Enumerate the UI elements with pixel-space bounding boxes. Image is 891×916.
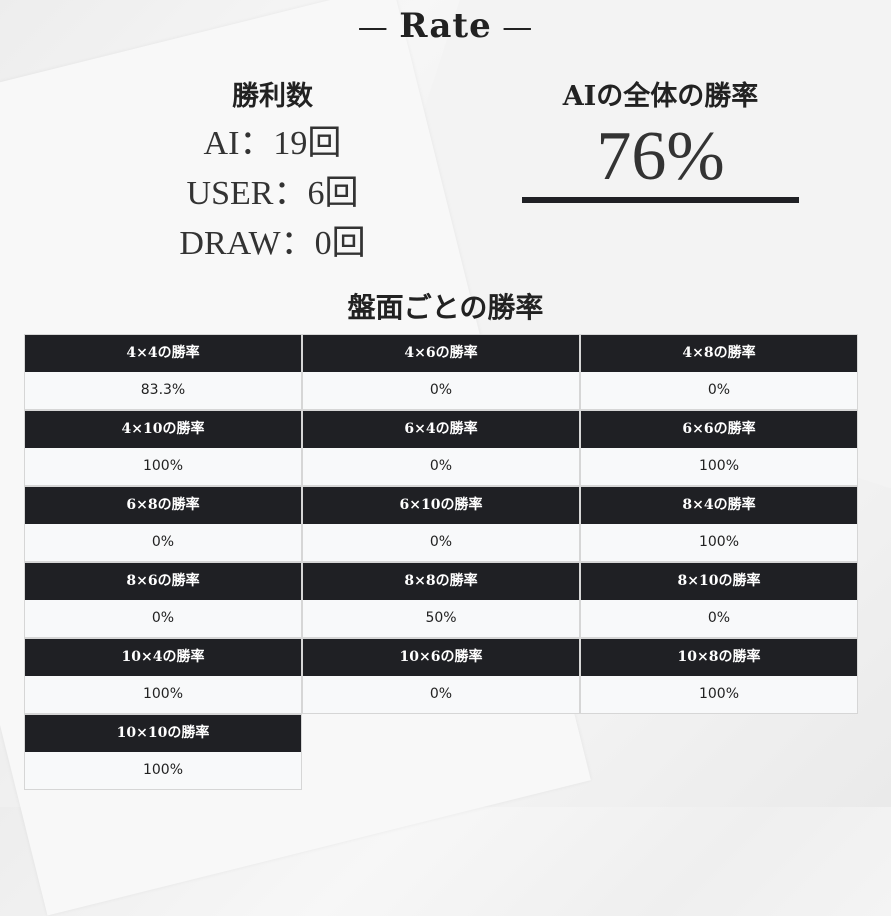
board-rate-cell: 8×4の勝率 100%: [580, 486, 858, 562]
board-rate-value: 0%: [303, 372, 579, 409]
board-rate-value: 100%: [581, 676, 857, 713]
board-rate-cell: 10×4の勝率 100%: [24, 638, 302, 714]
user-win-count: USER：6回: [186, 175, 359, 212]
rate-page: — Rate — 勝利数 AI：19回 USER：6回 DRAW：0回 AIの全…: [0, 0, 891, 807]
board-rate-label: 10×4の勝率: [25, 639, 301, 676]
overall-rate-value: 76%: [596, 118, 725, 195]
draw-count: DRAW：0回: [179, 225, 366, 262]
board-rate-value: 0%: [581, 372, 857, 409]
board-rate-label: 6×6の勝率: [581, 411, 857, 448]
board-rate-value: 100%: [581, 448, 857, 485]
board-rate-cell: 10×6の勝率 0%: [302, 638, 580, 714]
board-rate-label: 10×10の勝率: [25, 715, 301, 752]
board-rate-value: 50%: [303, 600, 579, 637]
board-rate-label: 8×10の勝率: [581, 563, 857, 600]
board-rate-cell: 8×6の勝率 0%: [24, 562, 302, 638]
win-count-heading: 勝利数: [232, 81, 313, 112]
board-rate-cell: 10×10の勝率 100%: [24, 714, 302, 790]
board-rate-value: 100%: [25, 752, 301, 789]
board-rate-cell: 4×8の勝率 0%: [580, 334, 858, 410]
board-rate-grid: 4×4の勝率 83.3% 4×6の勝率 0% 4×8の勝率 0% 4×10の勝率 100% 6×…: [24, 334, 858, 790]
board-rate-label: 10×8の勝率: [581, 639, 857, 676]
board-rate-value: 0%: [303, 676, 579, 713]
board-rate-label: 10×6の勝率: [303, 639, 579, 676]
board-rate-label: 6×8の勝率: [25, 487, 301, 524]
board-rate-value: 0%: [581, 600, 857, 637]
board-rate-cell: 4×4の勝率 83.3%: [24, 334, 302, 410]
board-rate-value: 0%: [303, 524, 579, 561]
board-rate-cell: 8×10の勝率 0%: [580, 562, 858, 638]
title-dash-left: —: [357, 10, 400, 45]
board-rate-heading: 盤面ごとの勝率: [347, 291, 544, 324]
board-rate-label: 4×4の勝率: [25, 335, 301, 372]
board-rate-cell: 6×4の勝率 0%: [302, 410, 580, 486]
board-rate-label: 6×4の勝率: [303, 411, 579, 448]
board-rate-value: 0%: [25, 524, 301, 561]
page-title-text: Rate: [399, 6, 492, 46]
overall-rate-heading: AIの全体の勝率: [562, 81, 759, 112]
board-rate-value: 0%: [303, 448, 579, 485]
board-rate-cell: 8×8の勝率 50%: [302, 562, 580, 638]
board-rate-cell: 6×6の勝率 100%: [580, 410, 858, 486]
board-rate-cell: 10×8の勝率 100%: [580, 638, 858, 714]
overall-rate-panel: AIの全体の勝率 76%: [522, 74, 799, 203]
board-rate-label: 8×8の勝率: [303, 563, 579, 600]
ai-win-count: AI：19回: [203, 125, 342, 162]
board-rate-label: 6×10の勝率: [303, 487, 579, 524]
board-rate-label: 4×6の勝率: [303, 335, 579, 372]
board-rate-label: 4×8の勝率: [581, 335, 857, 372]
board-rate-value: 0%: [25, 600, 301, 637]
board-rate-label: 8×4の勝率: [581, 487, 857, 524]
title-dash-right: —: [491, 10, 534, 45]
board-rate-label: 4×10の勝率: [25, 411, 301, 448]
board-rate-value: 100%: [25, 676, 301, 713]
board-rate-cell: 4×6の勝率 0%: [302, 334, 580, 410]
board-rate-cell: 6×10の勝率 0%: [302, 486, 580, 562]
board-rate-value: 100%: [25, 448, 301, 485]
board-rate-label: 8×6の勝率: [25, 563, 301, 600]
win-count-panel: 勝利数 AI：19回 USER：6回 DRAW：0回: [100, 74, 445, 269]
board-rate-value: 100%: [581, 524, 857, 561]
board-rate-cell: 4×10の勝率 100%: [24, 410, 302, 486]
board-rate-cell: 6×8の勝率 0%: [24, 486, 302, 562]
board-rate-value: 83.3%: [25, 372, 301, 409]
page-title: — Rate —: [0, 6, 891, 46]
